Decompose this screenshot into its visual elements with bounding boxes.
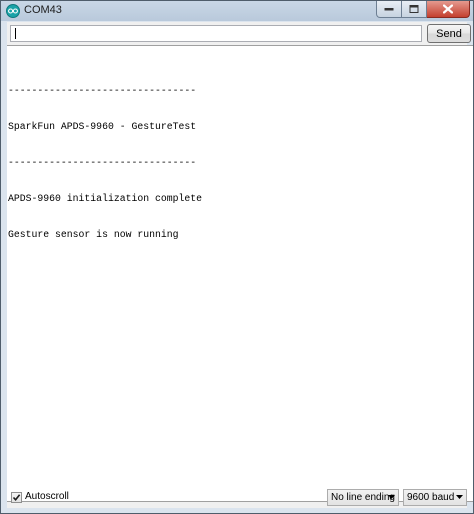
window-controls (376, 1, 470, 19)
chevron-down-icon (456, 495, 463, 499)
output-line: -------------------------------- (8, 85, 197, 96)
window-title: COM43 (24, 4, 62, 16)
autoscroll-label: Autoscroll (25, 491, 69, 502)
maximize-icon (409, 5, 419, 13)
serial-output-text: -------------------------------- SparkFu… (8, 61, 202, 265)
autoscroll-checkbox[interactable] (11, 492, 22, 503)
output-line: APDS-9960 initialization complete (8, 193, 203, 204)
serial-monitor-body: Send -------------------------------- Sp… (7, 22, 473, 508)
send-button[interactable]: Send (427, 24, 471, 43)
bottom-bar: Autoscroll No line ending 9600 baud (7, 481, 473, 511)
output-line: -------------------------------- (8, 157, 197, 168)
serial-output-area[interactable]: -------------------------------- SparkFu… (7, 45, 473, 502)
close-button[interactable] (427, 1, 470, 18)
serial-input-field[interactable] (10, 25, 422, 42)
arduino-icon (6, 4, 20, 18)
baud-rate-select[interactable]: 9600 baud (403, 489, 467, 506)
minimize-icon (384, 8, 394, 11)
minimize-button[interactable] (376, 1, 402, 18)
serial-monitor-window: COM43 Send -----------------------------… (0, 0, 474, 514)
text-caret (15, 28, 16, 39)
checkmark-icon (12, 494, 21, 502)
maximize-button[interactable] (402, 1, 427, 18)
close-icon (443, 4, 453, 14)
chevron-down-icon (388, 495, 395, 499)
output-line: SparkFun APDS-9960 - GestureTest (8, 121, 197, 132)
title-bar[interactable]: COM43 (1, 1, 473, 21)
output-line: Gesture sensor is now running (8, 229, 179, 240)
line-ending-select[interactable]: No line ending (327, 489, 399, 506)
line-ending-value: No line ending (331, 492, 395, 503)
baud-rate-value: 9600 baud (407, 492, 455, 503)
